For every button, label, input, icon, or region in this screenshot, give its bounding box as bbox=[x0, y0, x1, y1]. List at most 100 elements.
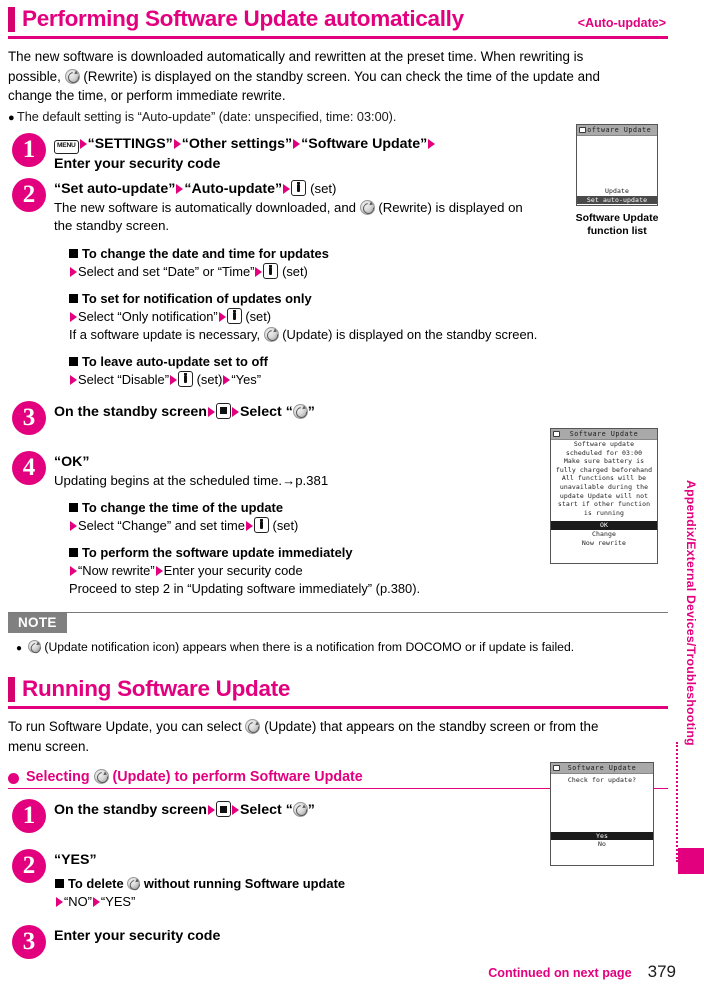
step-4-sub-ref: →p.381 bbox=[282, 472, 329, 488]
mockup-body-line: Check for update? bbox=[567, 776, 637, 784]
step-2: 2 “Set auto-update” “Auto-update” (set) T… bbox=[8, 177, 668, 389]
s2-step-2-blocks: To delete without running Software updat… bbox=[54, 875, 668, 911]
s2-intro-b: (Update) that appears on the standby scr… bbox=[264, 719, 599, 734]
page-number: 379 bbox=[647, 962, 676, 981]
step-4-sub-a: Updating begins at the scheduled time. bbox=[54, 472, 282, 488]
arrow-icon bbox=[245, 521, 253, 531]
mockup-body-line: is running bbox=[583, 508, 625, 517]
bullet-text: The default setting is “Auto-update” (da… bbox=[17, 109, 397, 124]
mockup-spacer bbox=[551, 785, 653, 832]
step-1: 1 MENU “SETTINGS” “Other settings” “Softwar… bbox=[8, 132, 668, 174]
arrow-icon bbox=[173, 138, 181, 149]
caption-line-2: function list bbox=[587, 225, 647, 237]
arrow-icon bbox=[223, 374, 231, 385]
arrow-icon bbox=[255, 266, 263, 277]
subline-delete-without-update: “NO” “YES” bbox=[54, 893, 668, 911]
intro-line-3: (Rewrite) is displayed on the standby sc… bbox=[83, 68, 600, 84]
subline-b: (set) bbox=[272, 518, 299, 533]
mockup-title: Software Update bbox=[569, 430, 639, 438]
subhead-change-date-time: To change the date and time for updates bbox=[68, 245, 668, 263]
update-icon bbox=[127, 877, 141, 890]
note-text-content: (Update notification icon) appears when … bbox=[44, 640, 575, 654]
rewrite-icon bbox=[64, 68, 80, 84]
note-box: NOTE ● (Update notification icon) appear… bbox=[8, 612, 668, 658]
section-2-intro: To run Software Update, you can select (… bbox=[8, 717, 668, 756]
step-2-t1: “Set auto-update” bbox=[54, 180, 176, 197]
mockup-body-line: unavailable during the bbox=[559, 482, 649, 491]
i-key-icon bbox=[226, 307, 242, 324]
side-tab-label: Appendix/External Devices/Troubleshootin… bbox=[684, 480, 698, 746]
mail-icon bbox=[553, 765, 560, 771]
i-key-icon bbox=[253, 517, 269, 533]
subhead-b: without running Software update bbox=[143, 876, 346, 891]
mockup-titlebar: Software Update bbox=[551, 763, 653, 774]
page-footer: Continued on next page 379 bbox=[0, 962, 676, 982]
subline-b: “YES” bbox=[100, 894, 136, 909]
step-2-sub-c: the standby screen. bbox=[54, 218, 170, 233]
step-2-t2: “Auto-update” bbox=[184, 180, 283, 197]
subline-b: (set) bbox=[245, 308, 272, 324]
mockup-update-scheduled-dialog: Software Update Software update schedule… bbox=[550, 428, 658, 564]
section-1-header: Performing Software Update automatically… bbox=[8, 6, 668, 39]
mockup-selected-item[interactable]: Yes bbox=[551, 831, 653, 841]
caption-line-1: Software Update bbox=[575, 212, 659, 224]
step-2-sub-b: (Rewrite) is displayed on bbox=[378, 199, 523, 215]
mockup-body-line: update Update will not bbox=[559, 491, 649, 500]
s2-step-3-title: Enter your security code bbox=[54, 928, 221, 944]
mockup-check-for-update-dialog: Software Update Check for update? Yes No bbox=[550, 762, 654, 866]
mockup-body-line: scheduled for 03:00 bbox=[565, 448, 643, 457]
step-1-t2: “Other settings” bbox=[181, 135, 293, 152]
mockup-body-line: Software update bbox=[573, 440, 635, 448]
s2-step-3-number: 3 bbox=[12, 925, 46, 959]
i-key-icon bbox=[291, 179, 307, 196]
s2-step-1-t2: Select “ bbox=[239, 802, 293, 818]
subline-b: (set) bbox=[196, 371, 223, 387]
section-2-title: Running Software Update bbox=[22, 676, 291, 701]
mockup-list-item[interactable]: Update bbox=[577, 187, 657, 196]
section-1-tag: <Auto-update> bbox=[577, 16, 666, 30]
s2-step-3: 3 Enter your security code bbox=[8, 925, 668, 959]
pink-head-b: (Update) to perform Software Update bbox=[112, 769, 363, 785]
update-icon bbox=[292, 403, 308, 419]
mockup-screen: Update Set auto-update bbox=[577, 136, 657, 205]
mockup-option-item[interactable]: Now rewrite bbox=[551, 539, 657, 548]
step-2-t3: (set) bbox=[310, 180, 337, 196]
i-key-icon bbox=[177, 370, 193, 387]
menu-key-icon: MENU bbox=[54, 139, 79, 154]
note-rule bbox=[8, 612, 668, 613]
mockup-funclist-caption: Software Update function list bbox=[560, 212, 674, 238]
step-1-t1: “SETTINGS” bbox=[87, 135, 173, 152]
mockup-screen: Check for update? Yes No bbox=[551, 776, 653, 867]
intro-line-1: The new software is downloaded automatic… bbox=[8, 49, 584, 64]
mockup-option-item[interactable]: No bbox=[551, 840, 653, 849]
subline-notification-only: Select “Only notification” (set) bbox=[68, 307, 668, 326]
select-key-icon bbox=[215, 801, 231, 817]
mockup-selected-item[interactable]: Set auto-update bbox=[577, 195, 657, 205]
subline-c: “Yes” bbox=[231, 371, 261, 387]
subline-a: Select “Disable” bbox=[78, 371, 169, 387]
mockup-body-line: start if other function bbox=[557, 500, 651, 509]
subline-b: (set) bbox=[282, 263, 308, 279]
subhead-notification-only: To set for notification of updates only bbox=[68, 290, 668, 308]
mockup-option-item[interactable]: Change bbox=[551, 530, 657, 539]
s2-intro-a: To run Software Update, you can select bbox=[8, 719, 242, 734]
arrow-icon bbox=[207, 406, 215, 417]
step-3-title: On the standby screen Select “ ” bbox=[54, 401, 668, 422]
extra-a: If a software update is necessary, bbox=[69, 326, 261, 342]
arrow-icon bbox=[70, 311, 77, 322]
arrow-icon bbox=[70, 521, 77, 531]
subhead-a: To delete bbox=[68, 876, 124, 891]
mail-icon bbox=[579, 127, 586, 133]
bullet-dot-icon: ● bbox=[8, 111, 15, 124]
arrow-icon bbox=[231, 406, 239, 417]
mockup-titlebar: Software Update bbox=[577, 125, 657, 136]
subline-notification-extra: If a software update is necessary, (Upda… bbox=[68, 326, 668, 344]
intro-line-2: possible, bbox=[8, 68, 61, 84]
arrow-icon bbox=[79, 138, 87, 149]
note-label: NOTE bbox=[8, 613, 67, 633]
section-1-intro: The new software is downloaded automatic… bbox=[8, 47, 668, 106]
mail-icon bbox=[553, 431, 560, 437]
continued-label: Continued on next page bbox=[488, 966, 632, 980]
step-4-number: 4 bbox=[12, 450, 46, 485]
mockup-selected-item[interactable]: OK bbox=[551, 521, 657, 530]
